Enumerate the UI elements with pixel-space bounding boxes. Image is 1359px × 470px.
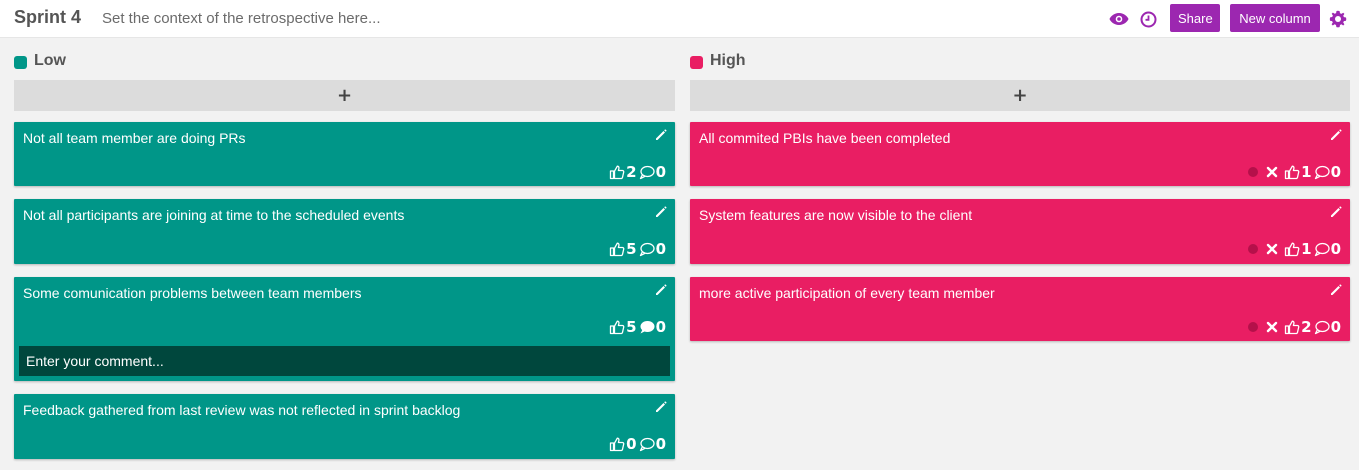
- comment-icon[interactable]: [639, 164, 655, 180]
- add-card-button[interactable]: +: [14, 80, 675, 111]
- card-text: All commited PBIs have been completed: [699, 130, 951, 146]
- close-icon[interactable]: [1266, 243, 1278, 255]
- eye-icon[interactable]: [1109, 9, 1129, 29]
- card-footer: 2 0: [1248, 317, 1343, 337]
- pencil-icon[interactable]: [654, 283, 668, 297]
- comment-count: 0: [655, 240, 666, 258]
- card-text: Not all participants are joining at time…: [23, 207, 405, 223]
- like-control[interactable]: 2: [1284, 318, 1313, 336]
- column-header: Low: [14, 50, 675, 74]
- comment-count: 0: [655, 163, 666, 181]
- like-count: 2: [626, 163, 637, 181]
- column-header: High: [690, 50, 1350, 74]
- column-low: Low + Not all team member are doing PRs …: [14, 50, 675, 459]
- like-control[interactable]: 1: [1284, 163, 1313, 181]
- comment-icon[interactable]: [1314, 319, 1330, 335]
- close-icon[interactable]: [1266, 166, 1278, 178]
- card-footer: 2 0: [609, 162, 668, 182]
- thumbs-up-icon[interactable]: [609, 319, 625, 335]
- card-footer: 1 0: [1248, 239, 1343, 259]
- add-card-button[interactable]: +: [690, 80, 1350, 111]
- like-count: 5: [626, 318, 637, 336]
- comment-control[interactable]: 0: [1314, 318, 1343, 336]
- share-button[interactable]: Share: [1170, 4, 1220, 32]
- card-text: more active participation of every team …: [699, 285, 995, 301]
- card-footer: 5 0: [609, 317, 668, 337]
- comment-icon[interactable]: [1314, 241, 1330, 257]
- card-text: System features are now visible to the c…: [699, 207, 973, 223]
- comment-control[interactable]: 0: [639, 163, 668, 181]
- pencil-icon[interactable]: [1329, 283, 1343, 297]
- thumbs-up-icon[interactable]: [609, 241, 625, 257]
- top-bar: Sprint 4 Share New column: [0, 0, 1359, 38]
- pencil-icon[interactable]: [1329, 205, 1343, 219]
- column-color-swatch: [690, 56, 703, 69]
- column-title[interactable]: High: [710, 52, 746, 70]
- card[interactable]: Some comunication problems between team …: [14, 277, 675, 381]
- comment-control[interactable]: 0: [1314, 240, 1343, 258]
- like-count: 0: [626, 435, 637, 453]
- pencil-icon[interactable]: [1329, 128, 1343, 142]
- pencil-icon[interactable]: [654, 128, 668, 142]
- comment-count: 0: [1330, 163, 1341, 181]
- retrospective-context-input[interactable]: [96, 5, 696, 31]
- column-title[interactable]: Low: [34, 52, 66, 70]
- like-control[interactable]: 0: [609, 435, 638, 453]
- color-dot-icon[interactable]: [1248, 322, 1259, 332]
- card[interactable]: Feedback gathered from last review was n…: [14, 394, 675, 459]
- comment-icon[interactable]: [639, 241, 655, 257]
- like-count: 1: [1301, 240, 1312, 258]
- like-count: 2: [1301, 318, 1312, 336]
- card-text: Not all team member are doing PRs: [23, 130, 246, 146]
- close-icon[interactable]: [1266, 321, 1278, 333]
- card-footer: 1 0: [1248, 162, 1343, 182]
- comment-control[interactable]: 0: [639, 240, 668, 258]
- clock-icon[interactable]: [1138, 9, 1158, 29]
- color-dot-icon[interactable]: [1248, 167, 1259, 177]
- thumbs-up-icon[interactable]: [1284, 241, 1300, 257]
- comment-icon[interactable]: [639, 436, 655, 452]
- comment-count: 0: [1330, 240, 1341, 258]
- column-color-swatch: [14, 56, 27, 69]
- card-text: Some comunication problems between team …: [23, 285, 362, 301]
- thumbs-up-icon[interactable]: [1284, 319, 1300, 335]
- comment-icon[interactable]: [1314, 164, 1330, 180]
- card[interactable]: Not all participants are joining at time…: [14, 199, 675, 264]
- card[interactable]: Not all team member are doing PRs 2 0: [14, 122, 675, 186]
- pencil-icon[interactable]: [654, 400, 668, 414]
- sprint-title[interactable]: Sprint 4: [14, 7, 81, 28]
- like-control[interactable]: 2: [609, 163, 638, 181]
- new-column-button[interactable]: New column: [1230, 4, 1320, 32]
- like-count: 1: [1301, 163, 1312, 181]
- comment-count: 0: [655, 435, 666, 453]
- comment-count: 0: [655, 318, 666, 336]
- gear-icon[interactable]: [1328, 9, 1348, 29]
- card-footer: 0 0: [609, 434, 668, 454]
- comment-filled-icon[interactable]: [639, 319, 655, 335]
- like-control[interactable]: 1: [1284, 240, 1313, 258]
- card[interactable]: more active participation of every team …: [690, 277, 1350, 341]
- thumbs-up-icon[interactable]: [609, 164, 625, 180]
- card[interactable]: All commited PBIs have been completed 1 …: [690, 122, 1350, 186]
- comment-count: 0: [1330, 318, 1341, 336]
- column-high: High + All commited PBIs have been compl…: [690, 50, 1350, 341]
- comment-input[interactable]: [19, 346, 670, 376]
- card-footer: 5 0: [609, 239, 668, 259]
- like-count: 5: [626, 240, 637, 258]
- comment-control[interactable]: 0: [639, 435, 668, 453]
- like-control[interactable]: 5: [609, 240, 638, 258]
- comment-control[interactable]: 0: [639, 318, 668, 336]
- card-text: Feedback gathered from last review was n…: [23, 402, 461, 418]
- like-control[interactable]: 5: [609, 318, 638, 336]
- thumbs-up-icon[interactable]: [1284, 164, 1300, 180]
- card[interactable]: System features are now visible to the c…: [690, 199, 1350, 264]
- comment-control[interactable]: 0: [1314, 163, 1343, 181]
- thumbs-up-icon[interactable]: [609, 436, 625, 452]
- pencil-icon[interactable]: [654, 205, 668, 219]
- color-dot-icon[interactable]: [1248, 244, 1259, 254]
